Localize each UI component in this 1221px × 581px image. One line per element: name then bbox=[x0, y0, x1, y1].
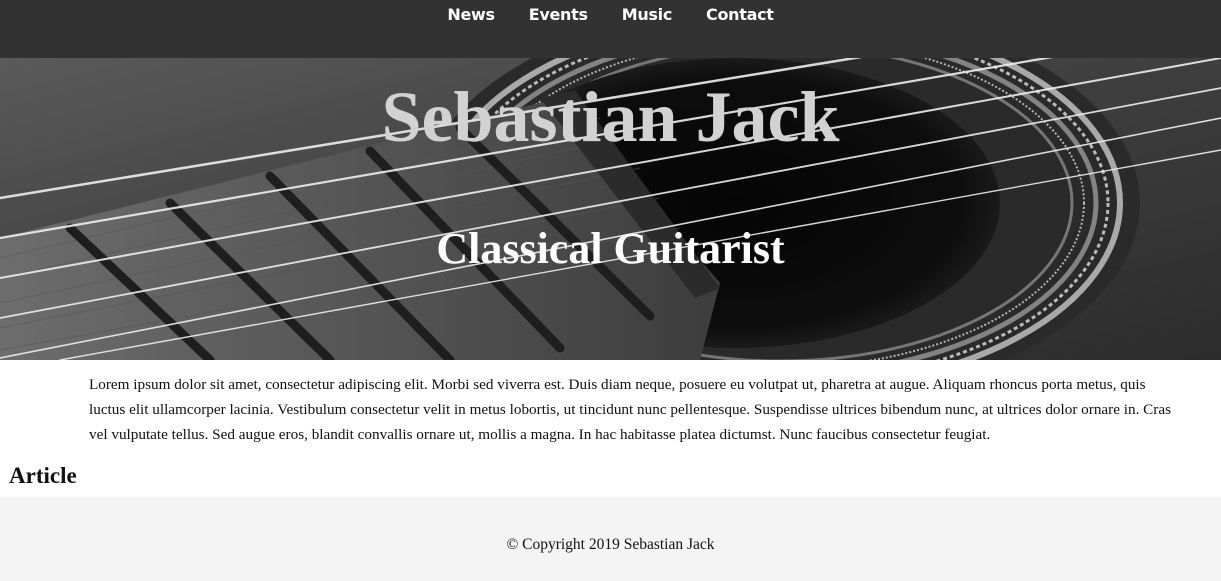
nav-item-music: Music bbox=[622, 5, 673, 25]
nav-link-events[interactable]: Events bbox=[529, 5, 588, 24]
nav-item-contact: Contact bbox=[706, 5, 774, 25]
copyright-text: © Copyright 2019 Sebastian Jack bbox=[506, 536, 715, 553]
nav-item-news: News bbox=[447, 5, 495, 25]
intro-paragraph: Lorem ipsum dolor sit amet, consectetur … bbox=[89, 376, 1172, 443]
page-footer: © Copyright 2019 Sebastian Jack bbox=[0, 497, 1221, 581]
nav-item-events: Events bbox=[529, 5, 588, 25]
nav-link-music[interactable]: Music bbox=[622, 5, 673, 24]
hero-banner: Sebastian Jack Classical Guitarist bbox=[0, 58, 1221, 360]
article-heading: Article bbox=[9, 463, 77, 488]
nav-link-contact[interactable]: Contact bbox=[706, 5, 774, 24]
nav-link-news[interactable]: News bbox=[447, 5, 495, 24]
nav-list: News Events Music Contact bbox=[430, 5, 790, 25]
hero-subtitle: Classical Guitarist bbox=[436, 224, 785, 273]
top-navigation: News Events Music Contact bbox=[0, 0, 1221, 58]
hero-title: Sebastian Jack bbox=[381, 77, 840, 157]
